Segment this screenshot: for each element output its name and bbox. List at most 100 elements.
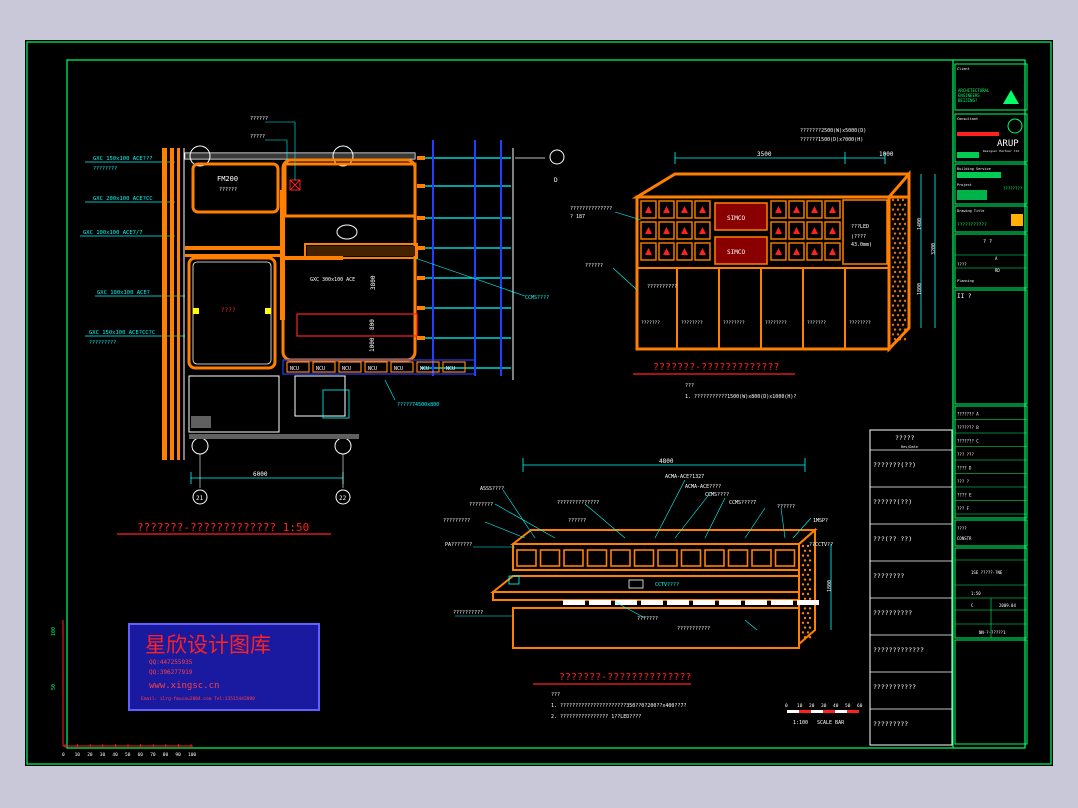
keyboard-tray <box>797 600 819 605</box>
monitor <box>751 549 772 567</box>
elev1-left-label2: ?????? <box>585 263 603 269</box>
revision-table: ???????(??) ??????(??) ???(?? ??)?????????… <box>869 429 953 746</box>
elev1-right-label2: (???? <box>851 234 866 240</box>
perforation-dot <box>891 314 895 317</box>
plan-note1: ?????? <box>250 116 268 122</box>
ruler-tick-label: 50 <box>125 752 131 758</box>
cad-drawing: GXC 150x100 ACE??? ???????? GXC 200x100 … <box>26 41 1052 765</box>
perforation-dot <box>893 290 897 293</box>
ncu-unit-row: NCU NCU NCU NCU NCU NCU NCU <box>286 361 466 373</box>
rev-row: ????????? <box>873 720 908 728</box>
keyboard-tray <box>641 600 663 605</box>
perforation-dot <box>803 626 807 629</box>
tb-arup: ARUP <box>997 139 1019 149</box>
monitor <box>774 549 796 567</box>
monitor <box>633 549 655 567</box>
ruler-tick-label: 30 <box>100 752 106 758</box>
keyboard-tray <box>615 600 637 605</box>
perforation-dot <box>891 285 895 288</box>
perforation-dot <box>803 568 807 572</box>
room-fm200-label: FM200 <box>217 175 238 183</box>
perforation-dot <box>903 299 907 302</box>
perforation-dot <box>898 270 902 274</box>
tb-consultant-label: Consultant <box>957 117 978 121</box>
tb-project-label: Project <box>957 183 972 187</box>
perforation-dot <box>801 554 805 557</box>
elev2-label-right-1: 1MSP? <box>813 518 828 524</box>
screen-wall-left <box>640 200 711 261</box>
monitor <box>586 549 608 567</box>
perforation-dot <box>803 597 807 600</box>
scale-tick-label: 30 <box>821 703 827 709</box>
perforation-dot <box>891 208 895 211</box>
rev-row: ???(?? ??) <box>873 535 912 543</box>
perforation-dot <box>903 213 907 216</box>
perforation-dot <box>896 333 900 336</box>
elev2-label-top-1: ACMA-ACE?1327 <box>665 474 704 480</box>
perforation-dot <box>891 218 895 221</box>
perforation-dot <box>891 227 895 230</box>
perforation-dot <box>893 328 897 331</box>
plan-label-gc5b: ????????? <box>89 340 116 346</box>
perforation-dot <box>803 607 807 610</box>
perforation-dot <box>891 246 895 250</box>
console-elevation: 4800 CCTV???? ASSS???? ACMA-ACE?1327 ACM… <box>443 458 833 720</box>
perforation-dot <box>801 631 805 634</box>
perforation-dot <box>903 261 907 264</box>
perforation-dot <box>898 203 902 206</box>
perforation-dot <box>801 583 805 586</box>
scale-tick-label: 40 <box>833 703 839 709</box>
perforation-dot <box>903 270 907 274</box>
perforation-dot <box>808 626 812 629</box>
perforation-dot <box>901 275 905 278</box>
watermark-email: Email: ilrg-fmucau2004.com Tel:135154428… <box>141 696 255 702</box>
perforation-dot <box>896 294 900 298</box>
drawer-label-group: ????????????????????????????????????????… <box>641 320 871 326</box>
perforation-dot <box>898 222 902 226</box>
perforation-dot <box>901 294 905 298</box>
perforation-dot <box>808 578 812 581</box>
tb-field: ??? ??? <box>957 452 974 457</box>
perforation-dot <box>898 299 902 302</box>
perforation-dot <box>896 285 900 288</box>
plan-cabinet-label: CCMS???? <box>525 295 549 301</box>
perforation-dot <box>903 222 907 226</box>
drawing-sheet: GXC 150x100 ACE??? ???????? GXC 200x100 … <box>25 40 1053 766</box>
tb-mep1: ???????? <box>1003 186 1023 191</box>
grid-label-22: 22 <box>339 495 347 502</box>
keyboard-tray <box>693 600 715 605</box>
grid-marker-d: D <box>554 177 558 184</box>
tb-field: ???? E <box>957 493 972 498</box>
drawer-label: ??????? <box>807 320 826 326</box>
tb-field: ??? ? <box>957 479 970 484</box>
elev1-center-label: ?????????? <box>647 284 677 290</box>
perforation-dot <box>903 280 907 283</box>
elev1-header1: ???????2500(W)x5000(D) <box>800 128 866 134</box>
plan-raised-label: ?????74500x800 <box>397 402 439 408</box>
perforation-dot <box>803 559 807 562</box>
plan-dim-h1: 3800 <box>370 275 377 290</box>
tb-stamp1: ? ? <box>983 239 992 245</box>
perforation-dot <box>896 314 900 317</box>
ncu-unit-label: NCU <box>394 366 403 372</box>
perforation-dot <box>901 208 905 211</box>
ruler-tick-label: 100 <box>188 752 196 758</box>
rev-row: ???????? <box>873 572 904 580</box>
tb-building-label: Building Service <box>957 167 991 171</box>
perforation-dot <box>903 318 907 322</box>
perforation-dot <box>898 232 902 235</box>
perforation-dot <box>898 318 902 322</box>
elev2-label-left-1: ???????? <box>469 502 493 508</box>
tb-date: 2009.04 <box>999 603 1016 608</box>
elev2-label-mid-0: ?????????????? <box>557 500 599 506</box>
room-fm200-sub: ?????? <box>219 187 237 193</box>
tb-issue-label: ???? <box>957 526 967 531</box>
rev-row: ???????(??) <box>873 461 916 469</box>
perforation-dot <box>903 232 907 235</box>
elev2-bottom-0: ?????????? <box>453 610 483 616</box>
perforation-dot <box>896 198 900 202</box>
plan-dim-h2: 1000 <box>369 337 376 352</box>
perforation-dot <box>808 607 812 610</box>
perforation-dot <box>891 266 895 269</box>
perforation-dot <box>893 261 897 264</box>
